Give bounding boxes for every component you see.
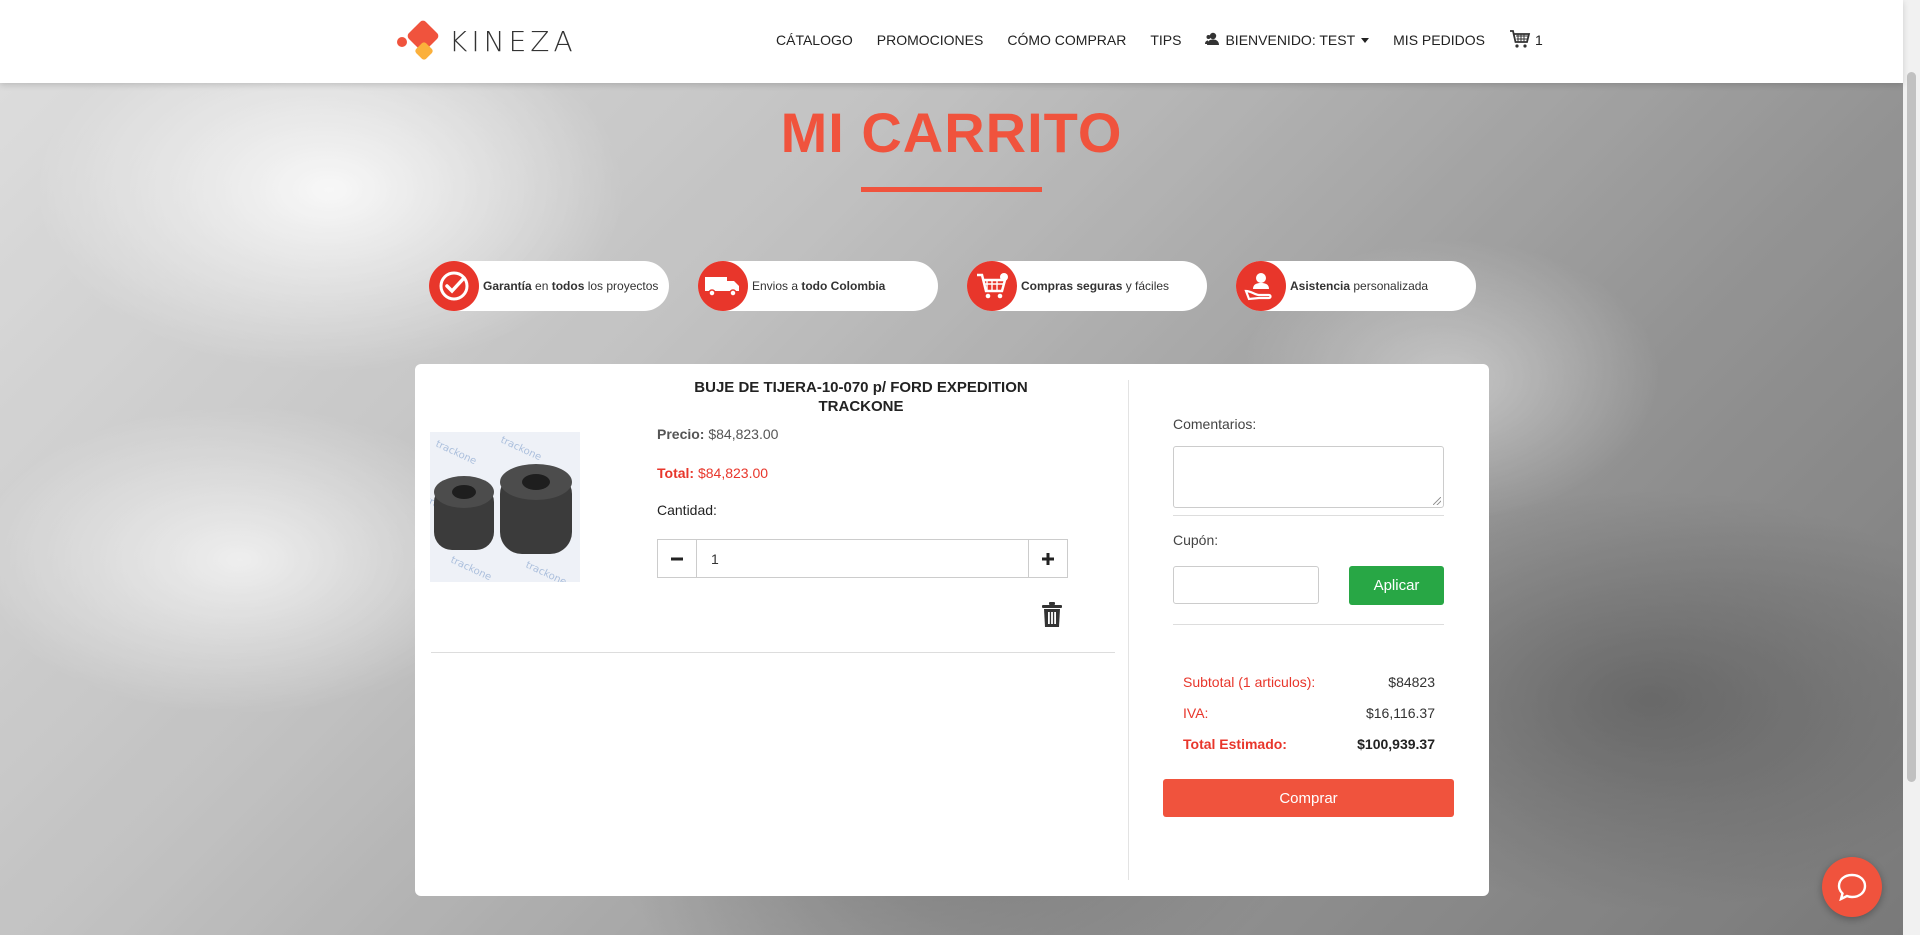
cart-icon — [1509, 29, 1531, 52]
nav-user-menu[interactable]: BIENVENIDO: TEST — [1205, 32, 1370, 49]
product-image[interactable]: trackone trackone trackone trackone trac… — [430, 432, 580, 582]
logo-text: KINEZA — [449, 24, 577, 58]
trash-icon[interactable] — [1041, 602, 1063, 633]
kineza-logo[interactable]: KINEZA — [395, 19, 577, 62]
quantity-stepper: 1 — [657, 539, 1068, 578]
nav-mis-pedidos[interactable]: MIS PEDIDOS — [1393, 32, 1485, 48]
comments-separator — [1173, 515, 1444, 516]
cart-count: 1 — [1534, 32, 1543, 48]
nav-tips[interactable]: TIPS — [1150, 32, 1181, 48]
product-name[interactable]: BUJE DE TIJERA-10-070 p/ FORD EXPEDITION… — [675, 378, 1047, 416]
iva-row: IVA: $16,116.37 — [1183, 705, 1435, 721]
user-icon — [1205, 32, 1221, 49]
subtotal-label: Subtotal (1 articulos): — [1183, 674, 1316, 690]
total-estimado-label: Total Estimado: — [1183, 736, 1287, 752]
coupon-input[interactable] — [1173, 566, 1319, 604]
nav-como-comprar[interactable]: CÓMO COMPRAR — [1007, 32, 1126, 48]
coupon-separator — [1173, 624, 1444, 625]
page-scrollbar[interactable] — [1903, 0, 1920, 935]
item-separator — [431, 652, 1115, 653]
feature-envios-text: Envios a todo Colombia — [752, 279, 886, 293]
subtotal-value: $84823 — [1388, 674, 1435, 690]
total-estimado-value: $100,939.37 — [1357, 736, 1435, 752]
price-label: Precio: — [657, 426, 705, 442]
subtotal-row: Subtotal (1 articulos): $84823 — [1183, 674, 1435, 690]
shopping-cart-icon — [967, 261, 1017, 311]
chat-button[interactable] — [1822, 857, 1882, 917]
quantity-input[interactable]: 1 — [697, 539, 1028, 578]
feature-envios: Envios a todo Colombia — [698, 261, 938, 311]
iva-value: $16,116.37 — [1365, 705, 1435, 721]
page-title: MI CARRITO — [780, 101, 1123, 164]
top-navbar: KINEZA CÁTALOGO PROMOCIONES CÓMO COMPRAR… — [0, 0, 1903, 83]
feature-compras-text: Compras seguras y fáciles — [1021, 279, 1170, 293]
minus-icon — [671, 557, 683, 560]
price-value: $84,823.00 — [708, 426, 779, 442]
feature-asistencia-text: Asistencia personalizada — [1290, 279, 1429, 293]
nav-cart[interactable]: 1 — [1509, 29, 1543, 52]
apply-coupon-button[interactable]: Aplicar — [1349, 566, 1444, 605]
total-label: Total: — [657, 465, 695, 481]
coupon-label: Cupón: — [1173, 532, 1219, 548]
card-divider — [1128, 380, 1129, 880]
feature-garantia: Garantía en todos los proyectos — [429, 261, 669, 311]
chat-icon — [1837, 873, 1867, 901]
plus-icon — [1042, 552, 1054, 565]
price-line: Precio: $84,823.00 — [657, 426, 778, 442]
total-line: Total: $84,823.00 — [657, 465, 768, 481]
cart-card: trackone trackone trackone trackone trac… — [415, 364, 1489, 896]
iva-label: IVA: — [1183, 705, 1209, 721]
nav-promociones[interactable]: PROMOCIONES — [877, 32, 984, 48]
scrollbar-thumb[interactable] — [1907, 72, 1916, 782]
logo-mark-icon — [395, 19, 445, 62]
comments-label: Comentarios: — [1173, 416, 1257, 432]
decrease-quantity-button[interactable] — [657, 539, 697, 578]
total-value: $84,823.00 — [697, 465, 769, 481]
nav-user-label: BIENVENIDO: TEST — [1225, 32, 1356, 48]
increase-quantity-button[interactable] — [1028, 539, 1068, 578]
truck-icon — [698, 261, 748, 311]
comprar-button[interactable]: Comprar — [1163, 779, 1454, 817]
nav-catalogo[interactable]: CÁTALOGO — [776, 32, 853, 48]
support-hand-icon — [1236, 261, 1286, 311]
feature-compras: Compras seguras y fáciles — [967, 261, 1207, 311]
quantity-label: Cantidad: — [657, 502, 717, 518]
feature-asistencia: Asistencia personalizada — [1236, 261, 1476, 311]
comments-textarea[interactable] — [1173, 446, 1444, 508]
check-badge-icon — [429, 261, 479, 311]
total-estimado-row: Total Estimado: $100,939.37 — [1183, 736, 1435, 752]
title-underline — [861, 187, 1042, 192]
main-nav: CÁTALOGO PROMOCIONES CÓMO COMPRAR TIPS B… — [776, 0, 1567, 80]
chevron-down-icon — [1361, 37, 1370, 43]
feature-garantia-text: Garantía en todos los proyectos — [483, 279, 659, 293]
